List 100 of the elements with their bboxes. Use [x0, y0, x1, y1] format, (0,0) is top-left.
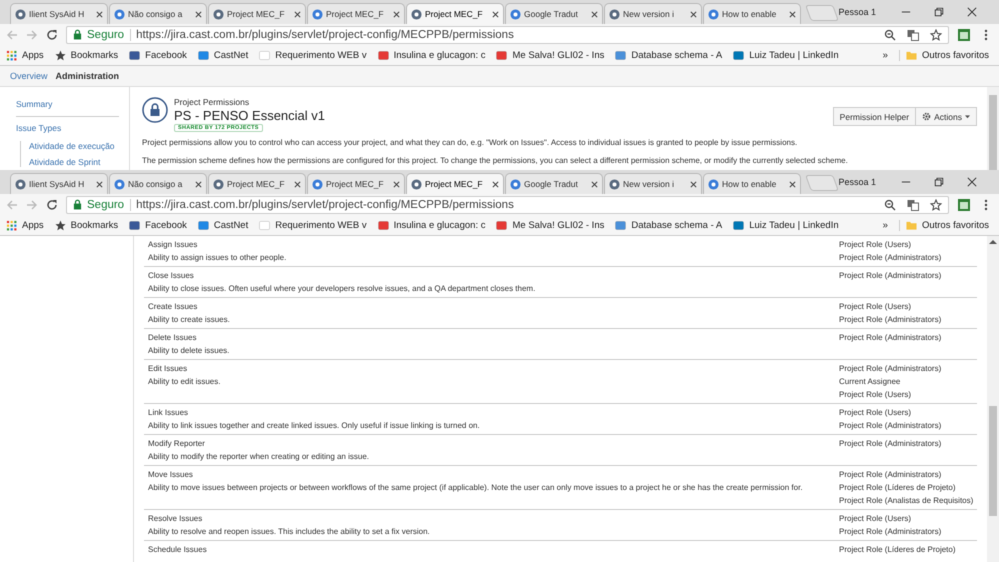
close-icon[interactable]	[96, 180, 103, 188]
sidebar-link[interactable]: Summary	[16, 99, 119, 109]
close-icon[interactable]	[492, 10, 499, 18]
browser-tab[interactable]: Project MEC_F	[307, 173, 405, 194]
bookmark[interactable]: Apps	[6, 50, 44, 60]
close-icon[interactable]	[967, 177, 977, 187]
bookmark-icon	[259, 50, 270, 60]
grant-text: Project Role (Analistas de Requisitos)	[839, 495, 974, 507]
description-text: Project permissions allow you to control who can access your project, and what they can do, e.g. "Work on Issues". Access to individual issues is granted to people by issue permissions.	[142, 137, 798, 149]
actions-button[interactable]: Actions	[916, 107, 977, 126]
more-bookmarks-button[interactable]: »	[882, 220, 888, 230]
page-title: PS - PENSO Essencial v1	[174, 108, 325, 123]
profile-name[interactable]: Pessoa 1	[838, 177, 876, 187]
scrollbar-thumb[interactable]	[989, 406, 997, 516]
page-subtitle: Project Permissions	[174, 97, 250, 107]
more-bookmarks-button[interactable]: »	[882, 50, 888, 60]
browser-tab[interactable]: Project MEC_F	[307, 3, 405, 24]
close-icon[interactable]	[967, 7, 977, 17]
browser-tab[interactable]: Project MEC_F	[208, 173, 306, 194]
permission-name: Create Issues	[148, 301, 198, 313]
extension-icon[interactable]	[957, 28, 971, 42]
browser-tab[interactable]: How to enable	[703, 3, 801, 24]
nav-link[interactable]: Administration	[56, 71, 120, 81]
close-icon[interactable]	[294, 180, 301, 188]
profile-name[interactable]: Pessoa 1	[838, 7, 876, 17]
zoom-icon[interactable]	[884, 28, 896, 40]
bookmark[interactable]: Facebook	[129, 220, 187, 230]
grant-text: Project Role (Líderes de Projeto)	[839, 482, 956, 494]
tab-title: Ilient SysAid H	[29, 9, 84, 19]
translate-icon[interactable]	[907, 198, 919, 210]
bookmark-icon	[615, 220, 626, 230]
browser-tab[interactable]: Google Tradut	[505, 173, 603, 194]
close-icon[interactable]	[96, 10, 103, 18]
browser-tab[interactable]: Google Tradut	[505, 3, 603, 24]
address-bar[interactable]: Seguro https://jira.cast.com.br/plugins/servlet/project-config/MECPPB/permissions	[66, 26, 949, 44]
permission-helper-button[interactable]: Permission Helper	[832, 107, 916, 126]
browser-tab[interactable]: Project MEC_F	[406, 3, 504, 24]
close-icon[interactable]	[789, 10, 796, 18]
extension-icon[interactable]	[957, 198, 971, 212]
browser-tab[interactable]: New version i	[604, 173, 702, 194]
close-icon[interactable]	[591, 180, 598, 188]
close-icon[interactable]	[195, 10, 202, 18]
bookmark[interactable]: CastNet	[198, 220, 248, 230]
favicon-icon	[609, 8, 620, 20]
restore-icon[interactable]	[934, 177, 944, 187]
grant-text: Project Role (Administrators)	[839, 438, 942, 450]
bookmark-folder[interactable]: Outros favoritos	[898, 50, 989, 60]
browser-tab[interactable]: Não consigo a	[109, 173, 207, 194]
bookmark[interactable]: Facebook	[129, 50, 187, 60]
bookmark-icon	[733, 50, 744, 60]
zoom-icon[interactable]	[884, 198, 896, 210]
browser-tab[interactable]: Ilient SysAid H	[10, 173, 108, 194]
gear-icon	[922, 112, 932, 121]
bookmark-label: CastNet	[214, 50, 248, 60]
close-icon[interactable]	[789, 180, 796, 188]
close-icon[interactable]	[591, 10, 598, 18]
permission-name: Resolve Issues	[148, 513, 204, 525]
scrollbar[interactable]	[987, 87, 999, 170]
reload-icon[interactable]	[46, 28, 58, 40]
star-icon[interactable]	[930, 198, 942, 210]
restore-icon[interactable]	[934, 7, 944, 17]
bookmark-icon	[54, 220, 66, 230]
address-bar[interactable]: Seguro https://jira.cast.com.br/plugins/servlet/project-config/MECPPB/permissions	[66, 196, 949, 214]
bookmark-folder[interactable]: Outros favoritos	[898, 220, 989, 230]
bookmark-label: Luiz Tadeu | LinkedIn	[749, 220, 839, 230]
sidebar-link[interactable]: Issue Types	[16, 123, 119, 133]
sidebar-link[interactable]: Atividade de execução	[29, 141, 119, 151]
scrollbar-thumb[interactable]	[989, 95, 997, 170]
bookmark-label: CastNet	[214, 220, 248, 230]
bookmark[interactable]: Luiz Tadeu | LinkedIn	[733, 220, 839, 230]
scrollbar[interactable]	[987, 236, 999, 562]
close-icon[interactable]	[690, 10, 697, 18]
close-icon[interactable]	[393, 180, 400, 188]
browser-tab[interactable]: Project MEC_F	[406, 173, 504, 194]
star-icon[interactable]	[930, 28, 942, 40]
bookmark[interactable]: Luiz Tadeu | LinkedIn	[733, 50, 839, 60]
browser-tab[interactable]: Project MEC_F	[208, 3, 306, 24]
permission-name: Move Issues	[148, 469, 194, 481]
bookmark[interactable]: Bookmarks	[54, 50, 118, 60]
bookmark-label: Outros favoritos	[922, 50, 989, 60]
bookmark[interactable]: CastNet	[198, 50, 248, 60]
browser-tab[interactable]: How to enable	[703, 173, 801, 194]
browser-tab[interactable]: New version i	[604, 3, 702, 24]
bookmark[interactable]: Bookmarks	[54, 220, 118, 230]
close-icon[interactable]	[492, 180, 499, 188]
browser-tab[interactable]: Não consigo a	[109, 3, 207, 24]
bookmark[interactable]: Apps	[6, 220, 44, 230]
sidebar-link[interactable]: Atividade de Sprint	[29, 157, 119, 167]
nav-link[interactable]: Overview	[10, 71, 48, 81]
close-icon[interactable]	[195, 180, 202, 188]
translate-icon[interactable]	[907, 28, 919, 40]
close-icon[interactable]	[393, 10, 400, 18]
favicon-icon	[312, 178, 323, 190]
bookmark-icon	[615, 50, 626, 60]
browser-tab[interactable]: Ilient SysAid H	[10, 3, 108, 24]
reload-icon[interactable]	[46, 198, 58, 210]
close-icon[interactable]	[294, 10, 301, 18]
close-icon[interactable]	[690, 180, 697, 188]
scroll-up-icon[interactable]	[989, 239, 997, 245]
grant-text: Project Role (Administrators)	[839, 314, 942, 326]
